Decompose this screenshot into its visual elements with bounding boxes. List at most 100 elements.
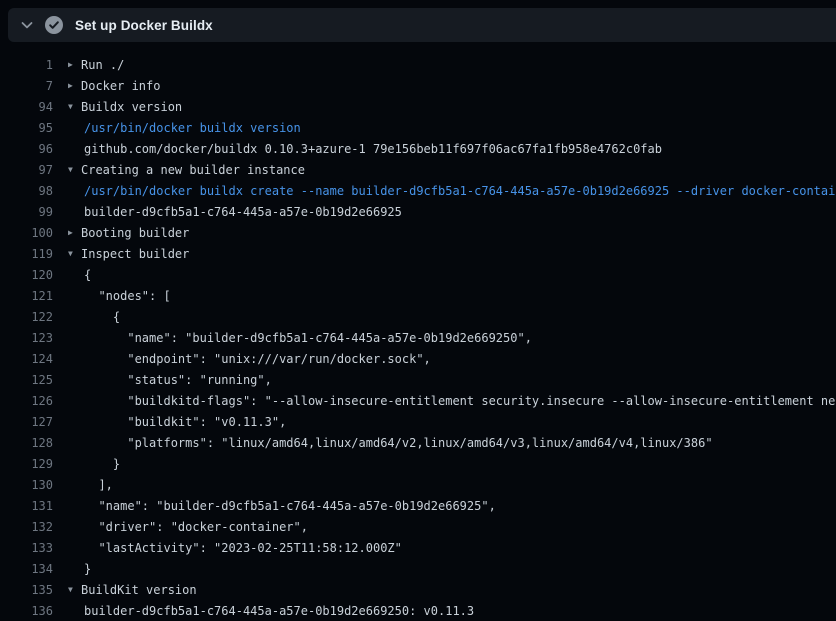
step-header[interactable]: Set up Docker Buildx: [8, 8, 836, 42]
line-number[interactable]: 131: [0, 499, 53, 513]
log-text: Creating a new builder instance: [81, 163, 305, 177]
line-number[interactable]: 136: [0, 604, 53, 618]
line-number[interactable]: 135: [0, 583, 53, 597]
log-line-content: "endpoint": "unix:///var/run/docker.sock…: [68, 352, 431, 366]
log-line-content: "driver": "docker-container",: [68, 520, 308, 534]
log-text: BuildKit version: [81, 583, 197, 597]
log-text: /usr/bin/docker buildx version: [84, 121, 301, 135]
line-number[interactable]: 1: [0, 58, 53, 72]
line-number[interactable]: 125: [0, 373, 53, 387]
check-circle-icon: [45, 16, 63, 34]
log-line: 121 "nodes": [: [0, 285, 836, 306]
group-toggle-icon[interactable]: ▶: [68, 54, 81, 75]
log-text: builder-d9cfb5a1-c764-445a-a57e-0b19d2e6…: [84, 205, 402, 219]
log-line: 99 builder-d9cfb5a1-c764-445a-a57e-0b19d…: [0, 201, 836, 222]
line-number[interactable]: 95: [0, 121, 53, 135]
log-text: "name": "builder-d9cfb5a1-c764-445a-a57e…: [84, 331, 532, 345]
group-toggle-icon[interactable]: ▶: [68, 222, 81, 243]
log-line: 120 {: [0, 264, 836, 285]
log-line-content: ▼ BuildKit version: [68, 579, 197, 600]
log-line[interactable]: 135 ▼ BuildKit version: [0, 579, 836, 600]
log-text: Booting builder: [81, 226, 189, 240]
line-number[interactable]: 124: [0, 352, 53, 366]
log-line: 131 "name": "builder-d9cfb5a1-c764-445a-…: [0, 495, 836, 516]
log-line-content: "lastActivity": "2023-02-25T11:58:12.000…: [68, 541, 402, 555]
log-line-content: "buildkitd-flags": "--allow-insecure-ent…: [68, 394, 836, 408]
log-line-content: "nodes": [: [68, 289, 171, 303]
log-line-content: {: [68, 310, 120, 324]
log-line[interactable]: 97 ▼ Creating a new builder instance: [0, 159, 836, 180]
line-number[interactable]: 129: [0, 457, 53, 471]
log-line[interactable]: 1 ▶ Run ./: [0, 54, 836, 75]
line-number[interactable]: 132: [0, 520, 53, 534]
log-line-content: /usr/bin/docker buildx create --name bui…: [68, 184, 836, 198]
log-line: 130 ],: [0, 474, 836, 495]
line-number[interactable]: 127: [0, 415, 53, 429]
log-line: 133 "lastActivity": "2023-02-25T11:58:12…: [0, 537, 836, 558]
log-line-content: ▼ Inspect builder: [68, 243, 189, 264]
log-text: Run ./: [81, 58, 124, 72]
line-number[interactable]: 134: [0, 562, 53, 576]
log-text: }: [84, 457, 120, 471]
log-line-content: builder-d9cfb5a1-c764-445a-a57e-0b19d2e6…: [68, 205, 402, 219]
line-number[interactable]: 133: [0, 541, 53, 555]
line-number[interactable]: 99: [0, 205, 53, 219]
line-number[interactable]: 97: [0, 163, 53, 177]
line-number[interactable]: 7: [0, 79, 53, 93]
log-text: "driver": "docker-container",: [84, 520, 308, 534]
log-line: 127 "buildkit": "v0.11.3",: [0, 411, 836, 432]
log-text: /usr/bin/docker buildx create --name bui…: [84, 184, 836, 198]
log-text: Docker info: [81, 79, 160, 93]
log-line-content: }: [68, 562, 91, 576]
log-line: 134 }: [0, 558, 836, 579]
log-line: 95 /usr/bin/docker buildx version: [0, 117, 836, 138]
log-line[interactable]: 7 ▶ Docker info: [0, 75, 836, 96]
log-line: 122 {: [0, 306, 836, 327]
log-line-content: "status": "running",: [68, 373, 272, 387]
log-text: github.com/docker/buildx 0.10.3+azure-1 …: [84, 142, 662, 156]
log-line: 124 "endpoint": "unix:///var/run/docker.…: [0, 348, 836, 369]
line-number[interactable]: 98: [0, 184, 53, 198]
log-line: 98 /usr/bin/docker buildx create --name …: [0, 180, 836, 201]
log-text: "nodes": [: [84, 289, 171, 303]
log-text: "platforms": "linux/amd64,linux/amd64/v2…: [84, 436, 713, 450]
log-line: 132 "driver": "docker-container",: [0, 516, 836, 537]
group-toggle-icon[interactable]: ▼: [68, 96, 81, 117]
group-toggle-icon[interactable]: ▶: [68, 75, 81, 96]
log-text: "lastActivity": "2023-02-25T11:58:12.000…: [84, 541, 402, 555]
step-title: Set up Docker Buildx: [75, 18, 213, 33]
log-line-content: github.com/docker/buildx 0.10.3+azure-1 …: [68, 142, 662, 156]
log-line[interactable]: 119 ▼ Inspect builder: [0, 243, 836, 264]
log-line-content: "name": "builder-d9cfb5a1-c764-445a-a57e…: [68, 499, 496, 513]
log-line-content: ▼ Creating a new builder instance: [68, 159, 305, 180]
line-number[interactable]: 122: [0, 310, 53, 324]
line-number[interactable]: 94: [0, 100, 53, 114]
log-line-content: "name": "builder-d9cfb5a1-c764-445a-a57e…: [68, 331, 532, 345]
group-toggle-icon[interactable]: ▼: [68, 579, 81, 600]
chevron-down-icon[interactable]: [19, 17, 35, 33]
log-line[interactable]: 94 ▼ Buildx version: [0, 96, 836, 117]
log-line-content: ▶ Docker info: [68, 75, 160, 96]
line-number[interactable]: 120: [0, 268, 53, 282]
line-number[interactable]: 100: [0, 226, 53, 240]
log-line-content: ▼ Buildx version: [68, 96, 182, 117]
log-text: "buildkitd-flags": "--allow-insecure-ent…: [84, 394, 836, 408]
group-toggle-icon[interactable]: ▼: [68, 159, 81, 180]
log-text: {: [84, 268, 91, 282]
line-number[interactable]: 130: [0, 478, 53, 492]
line-number[interactable]: 123: [0, 331, 53, 345]
line-number[interactable]: 128: [0, 436, 53, 450]
log-line-content: ],: [68, 478, 113, 492]
log-text: "name": "builder-d9cfb5a1-c764-445a-a57e…: [84, 499, 496, 513]
line-number[interactable]: 96: [0, 142, 53, 156]
log-line[interactable]: 100 ▶ Booting builder: [0, 222, 836, 243]
group-toggle-icon[interactable]: ▼: [68, 243, 81, 264]
log-line: 126 "buildkitd-flags": "--allow-insecure…: [0, 390, 836, 411]
log-text: "endpoint": "unix:///var/run/docker.sock…: [84, 352, 431, 366]
log-line-content: }: [68, 457, 120, 471]
line-number[interactable]: 121: [0, 289, 53, 303]
log-line: 96 github.com/docker/buildx 0.10.3+azure…: [0, 138, 836, 159]
line-number[interactable]: 119: [0, 247, 53, 261]
line-number[interactable]: 126: [0, 394, 53, 408]
log-line-content: "platforms": "linux/amd64,linux/amd64/v2…: [68, 436, 713, 450]
